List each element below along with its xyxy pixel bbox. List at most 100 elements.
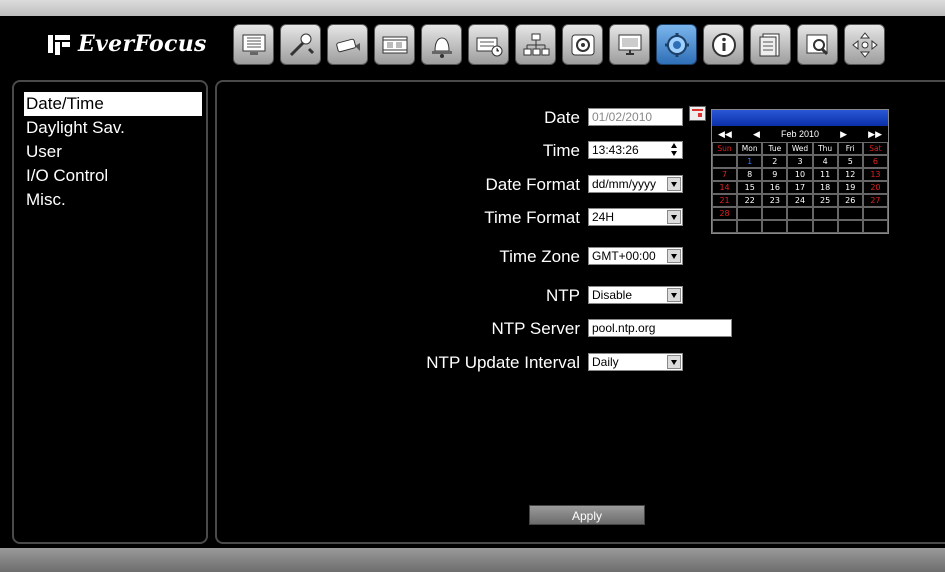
weekday-header: Sun (712, 142, 738, 155)
calendar-day[interactable]: 1 (737, 155, 763, 168)
time-format-value: 24H (592, 210, 615, 224)
calendar-day[interactable]: 4 (812, 155, 838, 168)
network-icon (523, 33, 549, 55)
calendar-empty-cell (862, 207, 888, 220)
calendar-day[interactable]: 21 (712, 194, 738, 207)
toolbar (233, 24, 885, 65)
calendar-day[interactable]: 17 (787, 181, 813, 194)
time-spinner-icon[interactable] (670, 143, 680, 157)
calendar-day[interactable]: 23 (762, 194, 788, 207)
menu-item-i-o-control[interactable]: I/O Control (24, 164, 202, 188)
time-zone-value: GMT+00:00 (592, 249, 656, 263)
toolbar-button-monitor-grid[interactable] (233, 24, 274, 65)
menu-item-misc[interactable]: Misc. (24, 188, 202, 212)
calendar-day[interactable]: 28 (712, 207, 738, 220)
calendar-nav: ◀◀ ◀ Feb 2010 ▶ ▶▶ (712, 126, 888, 142)
weekday-header: Mon (737, 142, 763, 155)
calendar-day[interactable]: 6 (862, 155, 888, 168)
calendar-day[interactable]: 5 (837, 155, 863, 168)
calendar-empty-cell (812, 220, 838, 233)
calendar-day[interactable]: 3 (787, 155, 813, 168)
toolbar-button-schedule[interactable] (468, 24, 509, 65)
next-month-button[interactable]: ▶ (840, 129, 847, 140)
prev-month-button[interactable]: ◀ (753, 129, 760, 140)
disk-icon (571, 34, 594, 55)
calendar-day[interactable]: 20 (862, 181, 888, 194)
toolbar-button-display[interactable] (609, 24, 650, 65)
toolbar-button-search[interactable] (797, 24, 838, 65)
chevron-down-icon[interactable] (667, 288, 681, 302)
left-panel: Date/Time Daylight Sav. User I/O Control Mis… (12, 80, 208, 544)
calendar-day[interactable]: 24 (787, 194, 813, 207)
calendar-day[interactable]: 22 (737, 194, 763, 207)
ntp-label: NTP (546, 286, 580, 305)
tools-icon (289, 33, 314, 56)
toolbar-button-disk[interactable] (562, 24, 603, 65)
time-zone-select[interactable]: GMT+00:00 (588, 247, 683, 265)
next-year-button[interactable]: ▶▶ (868, 129, 882, 140)
toolbar-button-event-log[interactable] (750, 24, 791, 65)
calendar-empty-cell (787, 207, 813, 220)
calendar-month-label: Feb 2010 (780, 129, 820, 139)
chevron-down-icon[interactable] (667, 249, 681, 263)
time-field[interactable]: 13:43:26 (588, 141, 683, 159)
alarm-bell-icon (431, 36, 452, 58)
toolbar-button-ptz-arrows[interactable] (844, 24, 885, 65)
calendar-day[interactable]: 19 (837, 181, 863, 194)
calendar-day[interactable]: 16 (762, 181, 788, 194)
time-zone-label: Time Zone (499, 247, 580, 266)
monitor-grid-icon (242, 34, 265, 55)
toolbar-button-camera[interactable] (327, 24, 368, 65)
calendar-day[interactable]: 15 (737, 181, 763, 194)
calendar-empty-cell (737, 220, 763, 233)
prev-year-button[interactable]: ◀◀ (718, 129, 732, 140)
calendar-empty-cell (762, 207, 788, 220)
calendar-empty-cell (787, 220, 813, 233)
calendar-empty-cell (862, 220, 888, 233)
chevron-down-icon[interactable] (667, 177, 681, 191)
calendar-picker-icon[interactable] (689, 106, 706, 121)
date-field[interactable]: 01/02/2010 (588, 108, 683, 126)
menu-item-daylight-sav[interactable]: Daylight Sav. (24, 116, 202, 140)
status-bar (0, 548, 945, 572)
calendar-day[interactable]: 26 (837, 194, 863, 207)
window-top-bar (0, 0, 945, 16)
calendar-day[interactable]: 10 (787, 168, 813, 181)
calendar-day[interactable]: 2 (762, 155, 788, 168)
ptz-arrows-icon (851, 31, 878, 58)
weekday-header: Sat (862, 142, 888, 155)
date-format-select[interactable]: dd/mm/yyyy (588, 175, 683, 193)
everfocus-logo-icon (48, 33, 70, 55)
calendar-day[interactable]: 7 (712, 168, 738, 181)
ntp-interval-select[interactable]: Daily (588, 353, 683, 371)
calendar-day[interactable]: 11 (812, 168, 838, 181)
brand-name: EverFocus (78, 31, 207, 57)
apply-button[interactable]: Apply (529, 505, 645, 525)
calendar-day[interactable]: 8 (737, 168, 763, 181)
toolbar-button-film[interactable] (374, 24, 415, 65)
menu-item-date-time[interactable]: Date/Time (24, 92, 202, 116)
menu-item-user[interactable]: User (24, 140, 202, 164)
ntp-server-input[interactable]: pool.ntp.org (588, 319, 732, 337)
calendar-day[interactable]: 14 (712, 181, 738, 194)
calendar-day[interactable]: 13 (862, 168, 888, 181)
time-value: 13:43:26 (592, 143, 639, 157)
toolbar-button-tools[interactable] (280, 24, 321, 65)
toolbar-button-info[interactable] (703, 24, 744, 65)
chevron-down-icon[interactable] (667, 210, 681, 224)
ntp-select[interactable]: Disable (588, 286, 683, 304)
toolbar-button-network[interactable] (515, 24, 556, 65)
calendar-day[interactable]: 25 (812, 194, 838, 207)
calendar-day[interactable]: 27 (862, 194, 888, 207)
time-format-label: Time Format (484, 208, 580, 227)
time-format-select[interactable]: 24H (588, 208, 683, 226)
calendar-day[interactable]: 12 (837, 168, 863, 181)
toolbar-button-system-settings[interactable] (656, 24, 697, 65)
toolbar-button-alarm-bell[interactable] (421, 24, 462, 65)
calendar-empty-cell (737, 207, 763, 220)
calendar-day[interactable]: 9 (762, 168, 788, 181)
calendar-popup: ◀◀ ◀ Feb 2010 ▶ ▶▶ Sun Mon Tue Wed Thu Fri Sat… (711, 109, 889, 234)
chevron-down-icon[interactable] (667, 355, 681, 369)
info-icon (711, 32, 736, 57)
calendar-day[interactable]: 18 (812, 181, 838, 194)
